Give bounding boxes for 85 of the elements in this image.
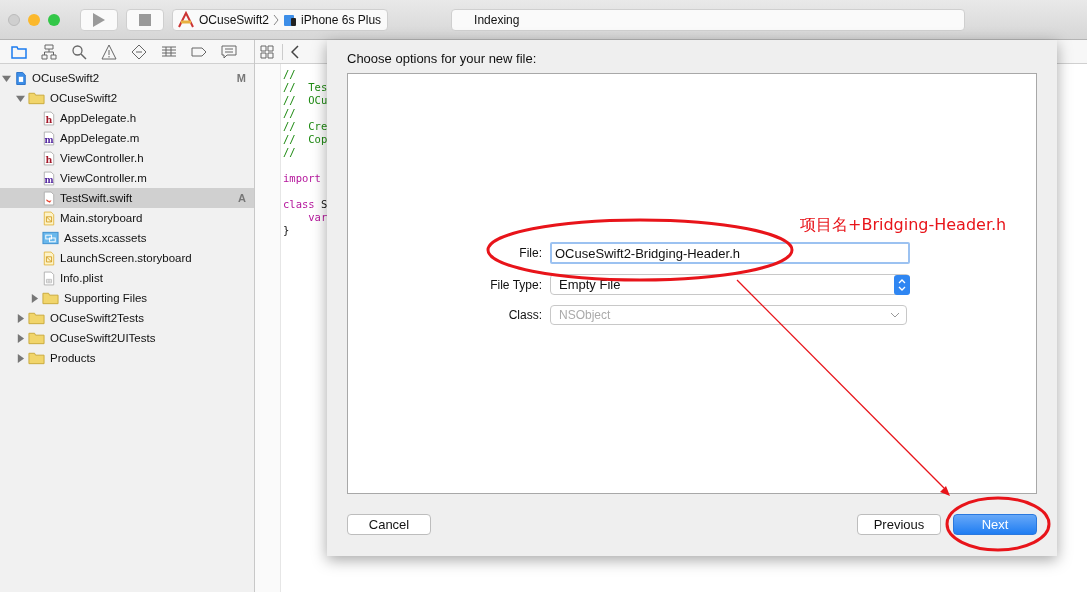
debug-icon [161, 43, 177, 60]
activity-status: Indexing [451, 8, 966, 31]
collapsed-disclosure-icon[interactable] [16, 313, 25, 323]
file-tree-item[interactable]: Supporting Files [0, 288, 254, 308]
field-label: Class: [507, 308, 542, 322]
report-icon [221, 43, 237, 60]
field-label: File: [518, 246, 542, 260]
stop-icon [139, 13, 151, 26]
stepper-arrows-icon [894, 274, 910, 295]
source-file-icon: m [43, 170, 55, 186]
file-tree-item[interactable]: OCuseSwift2Tests [0, 308, 254, 328]
debug-navigator-tab[interactable] [161, 43, 177, 60]
file-tree-item[interactable]: Products [0, 348, 254, 368]
collapsed-disclosure-icon[interactable] [30, 293, 39, 303]
code-keyword: var [308, 211, 328, 223]
code-comment: // Cop [283, 133, 328, 145]
stop-button[interactable] [126, 8, 164, 31]
file-tree-item[interactable]: LaunchScreen.storyboard [0, 248, 254, 268]
source-file-icon: m [43, 130, 55, 146]
report-navigator-tab[interactable] [221, 43, 237, 60]
expanded-disclosure-icon[interactable] [16, 93, 25, 103]
code-text: S [319, 198, 328, 210]
project-file-icon [15, 70, 27, 86]
storyboard-file-icon [43, 210, 55, 226]
folder-icon [28, 311, 45, 325]
file-tree-item[interactable]: TestSwift.swift A [0, 188, 254, 208]
file-tree-item[interactable]: OCuseSwift2 M [0, 68, 254, 88]
expanded-disclosure-icon[interactable] [2, 73, 11, 83]
test-icon [131, 43, 147, 60]
folder-icon [28, 331, 45, 345]
code-keyword: class [283, 198, 315, 210]
file-tree-item[interactable]: OCuseSwift2 [0, 88, 254, 108]
hammer-app-icon [177, 10, 195, 29]
dialog-title: Choose options for your new file: [347, 51, 538, 66]
chevron-down-icon [890, 312, 900, 318]
header-file-icon: h [43, 150, 55, 166]
chevron-right-icon [273, 13, 280, 26]
folder-icon [42, 291, 59, 305]
phone-icon [283, 12, 298, 27]
folder-navigator-tab[interactable] [11, 43, 27, 60]
folder-icon [28, 351, 45, 365]
file-tree-item[interactable]: OCuseSwift2UITests [0, 328, 254, 348]
file-tree-item[interactable]: Main.storyboard [0, 208, 254, 228]
file-type-popup[interactable]: Empty File [550, 274, 910, 295]
property-list-icon [43, 270, 55, 286]
file-tree-item[interactable]: h AppDelegate.h [0, 108, 254, 128]
play-icon [93, 12, 105, 27]
annotation-note: 项目名+Bridging-Header.h [800, 215, 1007, 236]
warning-icon [101, 43, 117, 60]
dialog-button[interactable]: Previous [857, 514, 941, 535]
search-navigator-tab[interactable] [71, 43, 87, 60]
swift-file-icon [43, 190, 55, 206]
file-tree-item[interactable]: Assets.xcassets [0, 228, 254, 248]
folder-icon [28, 91, 45, 105]
folder-icon [11, 43, 27, 60]
source-control-status: A [238, 192, 246, 204]
code-comment: // [283, 146, 296, 158]
hierarchy-icon [41, 43, 57, 60]
file-name-field[interactable]: OCuseSwift2-Bridging-Header.h [550, 242, 910, 264]
related-items-icon[interactable] [260, 44, 274, 59]
collapsed-disclosure-icon[interactable] [16, 333, 25, 343]
file-tree-item[interactable]: m AppDelegate.m [0, 128, 254, 148]
source-control-status: M [236, 72, 246, 84]
field-label: File Type: [489, 277, 542, 292]
code-keyword: import [283, 172, 321, 184]
code-comment: // [283, 107, 296, 119]
hierarchy-navigator-tab[interactable] [41, 43, 57, 60]
code-comment: // Tes [283, 81, 328, 93]
file-tree-item[interactable]: m ViewController.m [0, 168, 254, 188]
search-icon [71, 43, 87, 60]
collapsed-disclosure-icon[interactable] [16, 353, 25, 363]
test-navigator-tab[interactable] [131, 43, 147, 60]
file-tree-item[interactable]: h ViewController.h [0, 148, 254, 168]
asset-catalog-icon [42, 231, 59, 245]
code-comment: // [283, 68, 296, 80]
dialog-button[interactable]: Cancel [347, 514, 431, 535]
code-text: } [283, 224, 290, 236]
header-file-icon: h [43, 110, 55, 126]
code-comment: // OCu [283, 94, 328, 106]
code-comment: // Cre [283, 120, 328, 132]
run-button[interactable] [80, 8, 118, 31]
storyboard-file-icon [43, 250, 55, 266]
scheme-selector[interactable]: OCuseSwift2 iPhone 6s Plus [172, 8, 389, 31]
warning-navigator-tab[interactable] [101, 43, 117, 60]
file-tree-item[interactable]: Info.plist [0, 268, 254, 288]
